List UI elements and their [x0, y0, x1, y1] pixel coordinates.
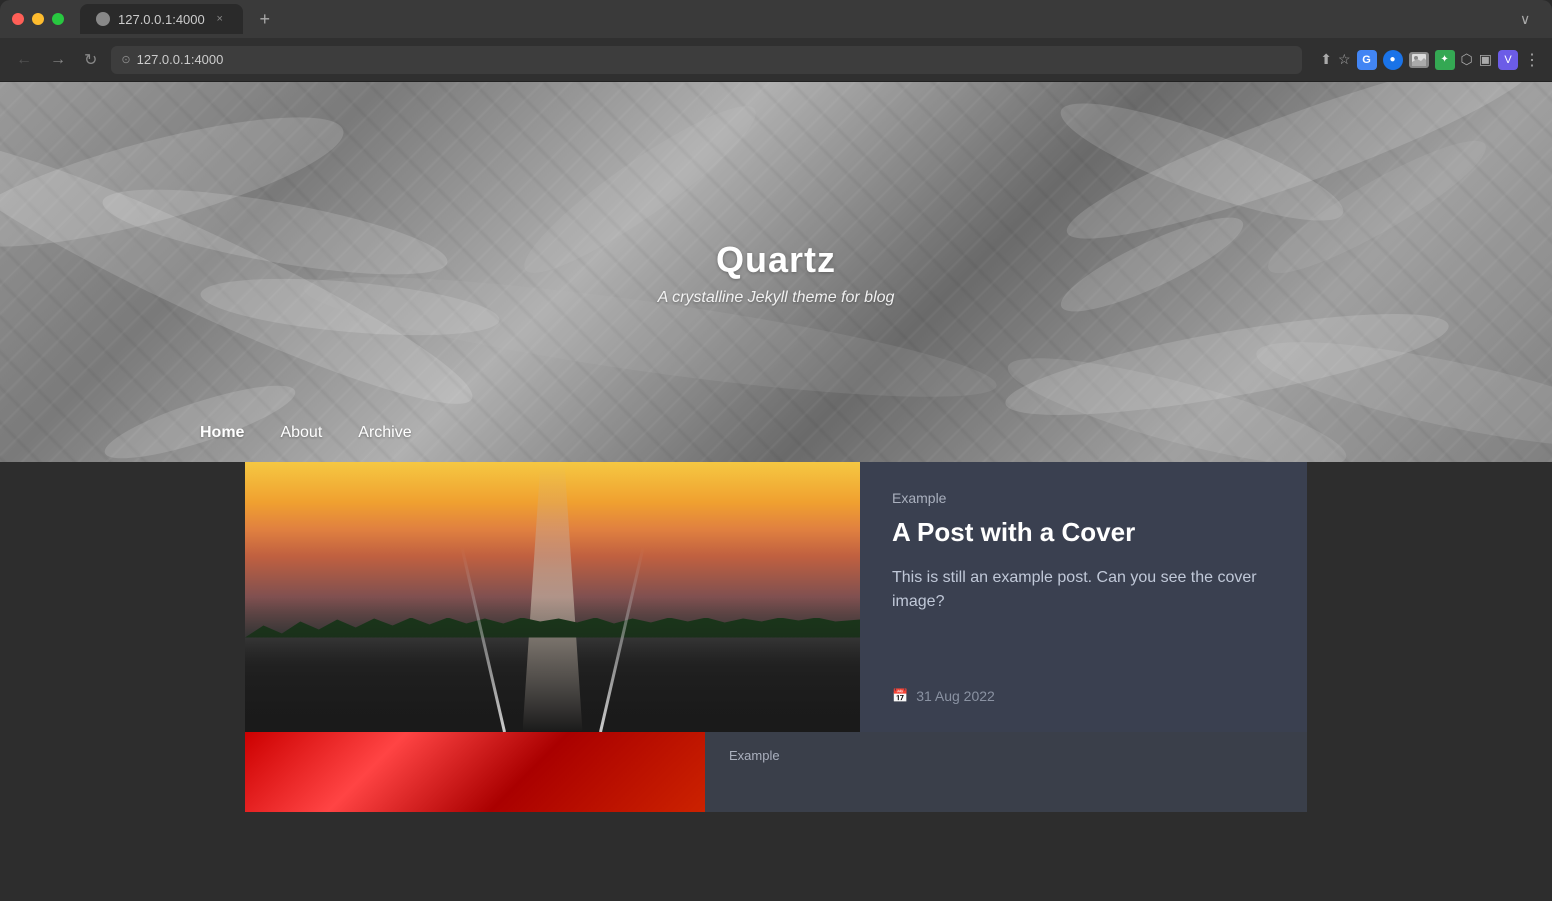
post-title[interactable]: A Post with a Cover — [892, 516, 1275, 550]
track-left — [461, 547, 507, 732]
green-ext-button[interactable]: ✦ — [1435, 50, 1455, 70]
google-ext-button[interactable]: G — [1357, 50, 1377, 70]
second-post-category: Example — [729, 748, 1283, 763]
window-menu-icon[interactable]: ∨ — [1520, 11, 1540, 28]
calendar-icon: 📅 — [892, 688, 908, 704]
close-button[interactable] — [12, 13, 24, 25]
tab-bar: 127.0.0.1:4000 × + — [80, 4, 1520, 34]
webpage: Quartz A crystalline Jekyll theme for bl… — [0, 82, 1552, 901]
browser-actions: ⬆ ☆ G ● ✦ ⬡ ▣ V ⋮ — [1320, 50, 1540, 70]
url-bar[interactable]: ⊙ 127.0.0.1:4000 — [111, 46, 1302, 74]
featured-post-card: Example A Post with a Cover This is stil… — [245, 462, 1307, 732]
post-info-card: Example A Post with a Cover This is stil… — [860, 462, 1307, 732]
nav-about[interactable]: About — [280, 424, 322, 442]
track-right — [599, 547, 645, 732]
post-category: Example — [892, 490, 1275, 506]
hero-section: Quartz A crystalline Jekyll theme for bl… — [0, 82, 1552, 462]
maximize-button[interactable] — [52, 13, 64, 25]
minimize-button[interactable] — [32, 13, 44, 25]
post-excerpt: This is still an example post. Can you s… — [892, 566, 1275, 668]
traffic-lights — [12, 13, 64, 25]
profile-button[interactable]: V — [1498, 50, 1518, 70]
add-tab-button[interactable]: + — [251, 5, 279, 33]
tab-close-icon[interactable]: × — [213, 12, 227, 26]
active-tab[interactable]: 127.0.0.1:4000 × — [80, 4, 243, 34]
post-date: 📅 31 Aug 2022 — [892, 688, 1275, 704]
browser-window: 127.0.0.1:4000 × + ∨ ← → ↻ ⊙ 127.0.0.1:4… — [0, 0, 1552, 901]
second-post-info: Example — [705, 732, 1307, 812]
address-bar: ← → ↻ ⊙ 127.0.0.1:4000 ⬆ ☆ G ● ✦ ⬡ ▣ V ⋮ — [0, 38, 1552, 82]
horizon-trees — [245, 618, 860, 638]
blue-ext-button[interactable]: ● — [1383, 50, 1403, 70]
url-text: 127.0.0.1:4000 — [137, 52, 224, 67]
share-button[interactable]: ⬆ — [1320, 51, 1332, 68]
railway-image — [245, 462, 860, 732]
site-navigation: Home About Archive — [0, 424, 1552, 462]
post-cover-image — [245, 462, 860, 732]
main-content: Example A Post with a Cover This is stil… — [0, 462, 1552, 901]
forward-button[interactable]: → — [46, 47, 70, 73]
second-post-cover — [245, 732, 705, 812]
second-post-card: Example — [245, 732, 1307, 812]
img-ext-button[interactable] — [1409, 52, 1429, 68]
site-subtitle: A crystalline Jekyll theme for blog — [658, 289, 895, 307]
url-lock-icon: ⊙ — [121, 53, 130, 66]
red-cover-image — [245, 732, 705, 812]
tab-favicon — [96, 12, 110, 26]
refresh-button[interactable]: ↻ — [80, 46, 101, 74]
title-bar: 127.0.0.1:4000 × + ∨ — [0, 0, 1552, 38]
menu-button[interactable]: ⋮ — [1524, 50, 1540, 70]
extensions-button[interactable]: ⬡ — [1461, 51, 1473, 68]
post-grid: Example A Post with a Cover This is stil… — [0, 462, 1552, 812]
post-date-text: 31 Aug 2022 — [916, 688, 995, 704]
bookmark-button[interactable]: ☆ — [1338, 51, 1351, 68]
nav-home[interactable]: Home — [200, 424, 244, 442]
tab-title: 127.0.0.1:4000 — [118, 12, 205, 27]
back-button[interactable]: ← — [12, 47, 36, 73]
nav-archive[interactable]: Archive — [358, 424, 411, 442]
split-view-button[interactable]: ▣ — [1479, 51, 1492, 68]
site-title: Quartz — [716, 239, 836, 281]
hero-content: Quartz A crystalline Jekyll theme for bl… — [0, 82, 1552, 424]
